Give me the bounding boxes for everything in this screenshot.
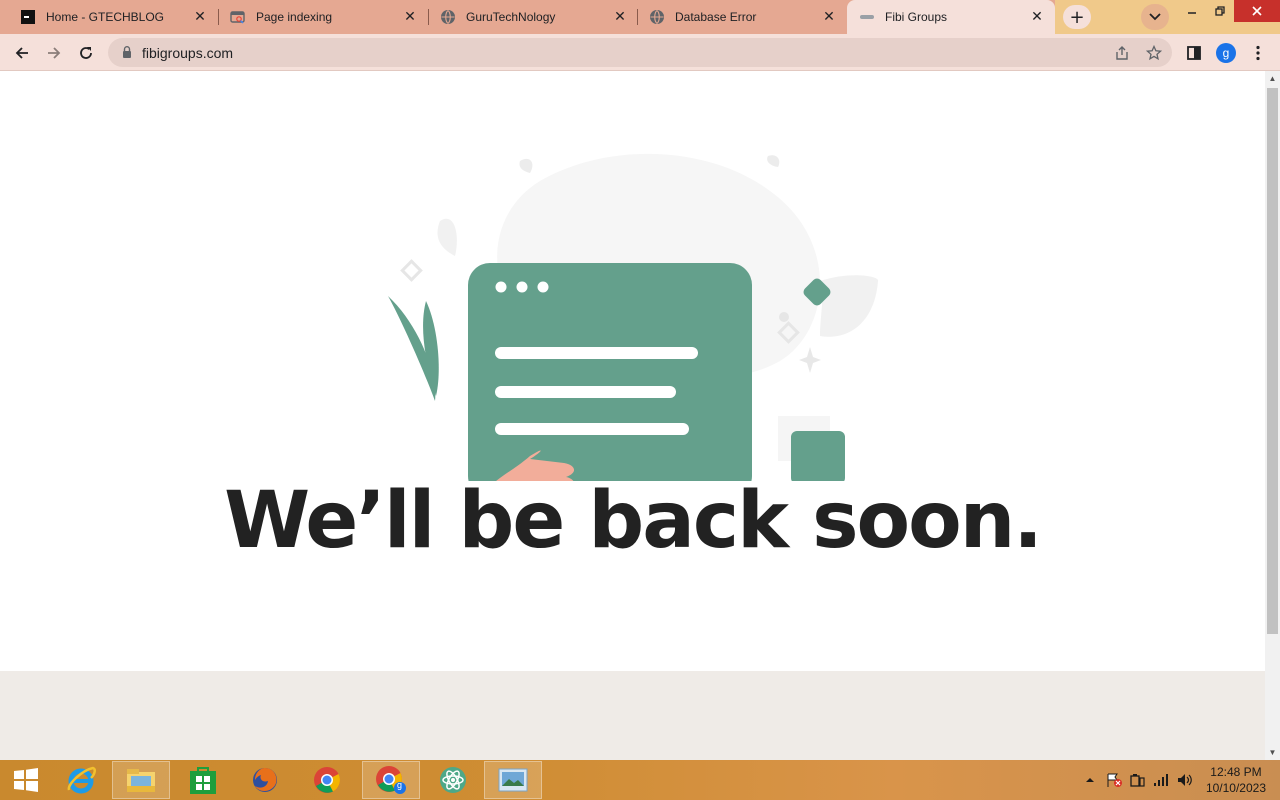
side-panel-button[interactable]: [1181, 40, 1207, 66]
window-text-line: [495, 347, 698, 359]
outline-diamond: [400, 259, 423, 282]
background-leaf-small: [437, 218, 457, 256]
windows-taskbar: g 12:48 PM 10/10/2023: [0, 760, 1280, 800]
reload-icon: [80, 47, 92, 59]
atom-icon[interactable]: [424, 761, 482, 799]
restore-button[interactable]: [1206, 0, 1234, 22]
action-center-flag-icon[interactable]: [1104, 760, 1124, 800]
close-icon: [1252, 6, 1262, 16]
photos-icon[interactable]: [484, 761, 542, 799]
profile-button[interactable]: g: [1213, 40, 1239, 66]
tab-title: Page indexing: [256, 10, 333, 24]
lock-icon[interactable]: [120, 45, 134, 59]
page-viewport: We’ll be back soon.: [0, 71, 1265, 760]
show-hidden-icons-icon[interactable]: [1082, 760, 1098, 800]
tab-gurutechnology[interactable]: GuruTechNology ✕: [428, 0, 638, 34]
start-button[interactable]: [0, 761, 52, 799]
search-console-favicon: [230, 9, 246, 25]
chevron-down-icon: [1149, 13, 1161, 21]
background-dot-leaf: [767, 155, 780, 167]
window-text-line: [495, 423, 689, 435]
address-bar[interactable]: fibigroups.com: [108, 38, 1172, 67]
window-dot: [516, 281, 528, 293]
scroll-up-arrow-icon[interactable]: ▲: [1265, 71, 1280, 86]
minimize-button[interactable]: [1178, 0, 1206, 22]
sparkle-icon: [799, 347, 821, 373]
tab-fibi-groups[interactable]: Fibi Groups ✕: [847, 0, 1055, 34]
windows-logo-icon: [14, 768, 38, 792]
close-tab-icon[interactable]: ✕: [192, 9, 208, 25]
kebab-menu-icon: [1256, 45, 1260, 61]
tab-title: GuruTechNology: [466, 10, 556, 24]
tab-search-button[interactable]: [1141, 4, 1169, 30]
system-clock[interactable]: 12:48 PM 10/10/2023: [1206, 764, 1266, 796]
close-tab-icon[interactable]: ✕: [402, 9, 418, 25]
background-leaf: [820, 275, 879, 337]
globe-icon: [649, 9, 665, 25]
footer-band: [0, 671, 1265, 760]
back-arrow-icon: [15, 47, 28, 59]
gtechblog-favicon: [20, 9, 36, 25]
vertical-scrollbar[interactable]: ▲ ▼: [1265, 71, 1280, 760]
close-window-button[interactable]: [1234, 0, 1280, 22]
tab-title: Fibi Groups: [885, 10, 948, 24]
background-dot: [779, 312, 789, 322]
firefox-icon[interactable]: [236, 761, 294, 799]
browser-toolbar: fibigroups.com g: [0, 34, 1280, 71]
globe-icon: [440, 9, 456, 25]
chrome-profile-icon[interactable]: g: [362, 761, 420, 799]
new-tab-button[interactable]: +: [1063, 5, 1091, 29]
chrome-profile-badge: g: [397, 780, 403, 790]
tab-title: Database Error: [675, 10, 757, 24]
window-dot: [495, 281, 507, 293]
menu-button[interactable]: [1245, 40, 1271, 66]
scroll-down-arrow-icon[interactable]: ▼: [1265, 745, 1280, 760]
close-tab-icon[interactable]: ✕: [612, 9, 628, 25]
tab-title: Home - GTECHBLOG: [46, 10, 165, 24]
tab-home-gtechblog[interactable]: Home - GTECHBLOG ✕: [8, 0, 218, 34]
reload-button[interactable]: [73, 40, 99, 66]
tab-strip: Home - GTECHBLOG ✕ Page indexing ✕ GuruT…: [0, 0, 1280, 34]
file-explorer-icon[interactable]: [112, 761, 170, 799]
close-tab-icon[interactable]: ✕: [821, 9, 837, 25]
browser-window-card: [468, 263, 752, 481]
volume-icon[interactable]: [1175, 760, 1195, 800]
clock-date: 10/10/2023: [1205, 781, 1266, 795]
window-text-line: [495, 386, 676, 398]
chrome-icon[interactable]: [298, 761, 356, 799]
power-icon[interactable]: [1127, 760, 1147, 800]
side-panel-icon: [1187, 46, 1201, 60]
forward-button[interactable]: [41, 40, 67, 66]
fibi-favicon: [859, 9, 875, 25]
window-dot: [537, 281, 549, 293]
tab-database-error[interactable]: Database Error ✕: [637, 0, 847, 34]
back-button[interactable]: [9, 40, 35, 66]
tab-page-indexing[interactable]: Page indexing ✕: [218, 0, 428, 34]
share-icon[interactable]: [1112, 43, 1132, 63]
forward-arrow-icon: [48, 47, 61, 59]
bookmark-star-icon[interactable]: [1144, 43, 1164, 63]
maintenance-illustration: [388, 153, 879, 481]
close-tab-icon[interactable]: ✕: [1029, 9, 1045, 25]
internet-explorer-icon[interactable]: [52, 761, 110, 799]
signal-icon[interactable]: [1151, 760, 1171, 800]
avatar: g: [1216, 43, 1236, 63]
store-icon[interactable]: [174, 761, 232, 799]
clock-time: 12:48 PM: [1210, 765, 1262, 779]
scrollbar-thumb[interactable]: [1267, 88, 1278, 634]
page-headline: We’ll be back soon.: [224, 476, 1043, 566]
url-text[interactable]: fibigroups.com: [142, 45, 233, 61]
background-dot-leaf: [519, 158, 533, 173]
